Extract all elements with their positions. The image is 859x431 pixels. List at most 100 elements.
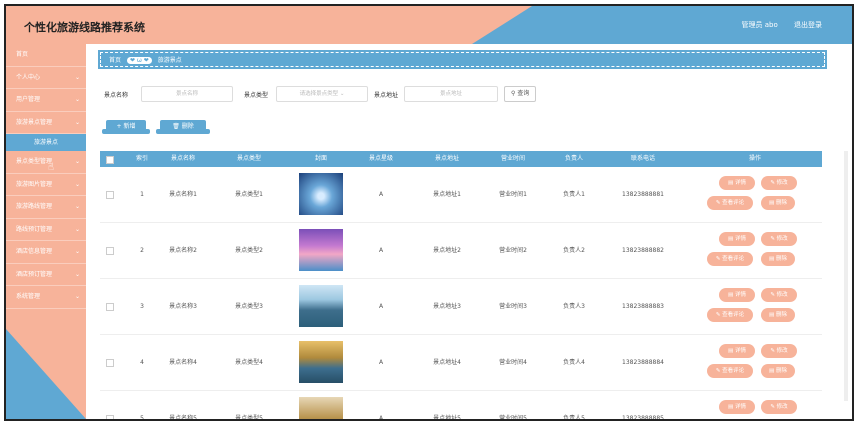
app-window: 个性化旅游线路推荐系统 管理员 abo 退出登录 首页 个人中心 ⌄ 用户管理 ⌄ 旅游景… <box>4 4 854 421</box>
sidebar-item-label: 景点类型管理 <box>16 158 53 165</box>
op-label: 查看评论 <box>722 200 745 206</box>
sidebar-item[interactable]: 旅游图片管理 ⌄ <box>6 174 86 196</box>
edit-button[interactable]: ✎ 修改 <box>762 233 796 245</box>
chevron-down-icon: ⌄ <box>339 91 345 97</box>
top-header: 个性化旅游线路推荐系统 管理员 abo 退出登录 <box>6 6 852 44</box>
cover-image <box>299 397 343 419</box>
cell-index: 3 <box>140 303 144 310</box>
table-row[interactable]: 5 景点名称5 景点类型5 A 景点地址5 营业时间5 负责人5 13823888885 ▤ 详… <box>100 391 822 421</box>
cell-manager: 负责人1 <box>563 191 585 198</box>
op-label: 删除 <box>775 256 787 262</box>
row-delete-button[interactable]: ▤ 删除 <box>762 309 794 321</box>
doc-icon: ▤ <box>728 236 735 242</box>
query-button[interactable]: ⚲ 查询 <box>504 86 537 102</box>
op-label: 查看评论 <box>722 368 745 374</box>
table-row[interactable]: 1 景点名称1 景点类型1 A 景点地址1 营业时间1 负责人1 13823888881 ▤ 详… <box>100 167 822 223</box>
breadcrumb-current: 旅游景点 <box>157 57 182 64</box>
cell-hours: 营业时间5 <box>499 415 527 421</box>
cell-phone: 13823888884 <box>622 359 664 366</box>
comments-button[interactable]: ✎ 查看评论 <box>708 309 752 321</box>
delete-button[interactable]: 🗑 删除 <box>156 120 210 134</box>
edit-button[interactable]: ✎ 修改 <box>762 401 796 413</box>
cell-type: 景点类型3 <box>235 303 263 310</box>
cell-type: 景点类型1 <box>235 191 263 198</box>
trash-icon: ▤ <box>769 256 776 262</box>
cell-name: 景点名称4 <box>169 359 197 366</box>
scrollbar[interactable] <box>844 151 848 401</box>
detail-button[interactable]: ▤ 详情 <box>720 233 754 245</box>
column-header: 操作 <box>748 155 761 162</box>
sidebar-item[interactable]: 用户管理 ⌄ <box>6 89 86 112</box>
name-input[interactable]: 景点名称 <box>141 86 233 102</box>
op-label: 删除 <box>775 368 787 374</box>
detail-button[interactable]: ▤ 详情 <box>720 289 754 301</box>
addr-input[interactable]: 景点地址 <box>404 86 498 102</box>
detail-button[interactable]: ▤ 详情 <box>720 401 754 413</box>
cell-manager: 负责人5 <box>563 415 585 421</box>
row-checkbox[interactable] <box>106 303 114 311</box>
sidebar-item[interactable]: 景点类型管理 ⌄ <box>6 151 86 174</box>
type-select[interactable]: 请选择景点类型 ⌄ <box>276 86 368 102</box>
row-checkbox[interactable] <box>106 415 114 419</box>
cell-hours: 营业时间4 <box>499 359 527 366</box>
table-header: 索引 景点名称 景点类型 封面 景点星级 景点地址 营业时间 负责人 联系电话 操作 <box>100 151 822 167</box>
table-row[interactable]: 4 景点名称4 景点类型4 A 景点地址4 营业时间4 负责人4 13823888884 ▤ 详… <box>100 335 822 391</box>
admin-label[interactable]: 管理员 abo <box>742 21 778 29</box>
sidebar-item[interactable]: 首页 <box>6 44 86 67</box>
row-delete-button[interactable]: ▤ 删除 <box>762 253 794 265</box>
op-label: 详情 <box>734 236 746 242</box>
op-label: 修改 <box>776 404 788 410</box>
doc-icon: ▤ <box>728 180 735 186</box>
column-header: 索引 <box>135 155 148 162</box>
cell-type: 景点类型2 <box>235 247 263 254</box>
chevron-down-icon: ⌄ <box>74 180 80 188</box>
cell-star: A <box>378 303 384 310</box>
edit-button[interactable]: ✎ 修改 <box>762 345 796 357</box>
select-all-checkbox[interactable] <box>106 156 114 164</box>
row-checkbox[interactable] <box>106 191 114 199</box>
comments-button[interactable]: ✎ 查看评论 <box>708 197 752 209</box>
sidebar-item[interactable]: 旅游路线管理 ⌄ <box>6 196 86 219</box>
edit-button[interactable]: ✎ 修改 <box>762 289 796 301</box>
sidebar-item-label: 旅游路线管理 <box>16 203 53 210</box>
row-delete-button[interactable]: ▤ 删除 <box>762 197 794 209</box>
row-checkbox[interactable] <box>106 359 114 367</box>
sidebar-item[interactable]: 路线预订管理 ⌄ <box>6 219 86 241</box>
trash-icon: ▤ <box>769 312 776 318</box>
logout-link[interactable]: 退出登录 <box>794 21 822 29</box>
trash-icon: ▤ <box>769 200 776 206</box>
sidebar-item[interactable]: 旅游景点管理 ⌄ <box>6 112 86 134</box>
breadcrumb-home[interactable]: 首页 <box>109 57 121 64</box>
comments-button[interactable]: ✎ 查看评论 <box>708 365 752 377</box>
sidebar-subitem[interactable]: 旅游景点 <box>6 134 86 151</box>
cell-index: 5 <box>140 415 144 421</box>
hearts-icon: ❤ ω ❤ <box>126 57 152 64</box>
cell-addr: 景点地址1 <box>433 191 461 198</box>
type-label: 景点类型 <box>244 92 269 99</box>
cell-type: 景点类型5 <box>235 415 263 421</box>
detail-button[interactable]: ▤ 详情 <box>720 177 754 189</box>
cover-image <box>299 229 343 271</box>
row-delete-button[interactable]: ▤ 删除 <box>762 365 794 377</box>
detail-button[interactable]: ▤ 详情 <box>720 345 754 357</box>
sidebar-item[interactable]: 个人中心 ⌄ <box>6 67 86 89</box>
cell-phone: 13823888882 <box>622 247 664 254</box>
edit-button[interactable]: ✎ 修改 <box>762 177 796 189</box>
table-row[interactable]: 3 景点名称3 景点类型3 A 景点地址3 营业时间3 负责人3 13823888883 ▤ 详… <box>100 279 822 335</box>
add-button[interactable]: + 新增 <box>102 120 150 134</box>
column-header: 景点名称 <box>170 155 195 162</box>
column-header: 负责人 <box>564 155 583 162</box>
comments-button[interactable]: ✎ 查看评论 <box>708 253 752 265</box>
sidebar-item[interactable]: 酒店预订管理 ⌄ <box>6 264 86 286</box>
chevron-down-icon: ⌄ <box>74 248 80 255</box>
trash-icon: 🗑 <box>172 123 180 130</box>
sidebar-item[interactable]: 系统管理 ⌄ <box>6 286 86 309</box>
sidebar-item[interactable]: 酒店信息管理 ⌄ <box>6 241 86 264</box>
row-checkbox[interactable] <box>106 247 114 255</box>
cell-index: 4 <box>140 359 144 366</box>
table-row[interactable]: 2 景点名称2 景点类型2 A 景点地址2 营业时间2 负责人2 13823888882 ▤ 详… <box>100 223 822 279</box>
sidebar-item-label: 个人中心 <box>16 73 41 81</box>
chevron-down-icon: ⌄ <box>74 270 80 278</box>
doc-icon: ▤ <box>728 404 735 410</box>
cell-index: 2 <box>140 247 144 254</box>
